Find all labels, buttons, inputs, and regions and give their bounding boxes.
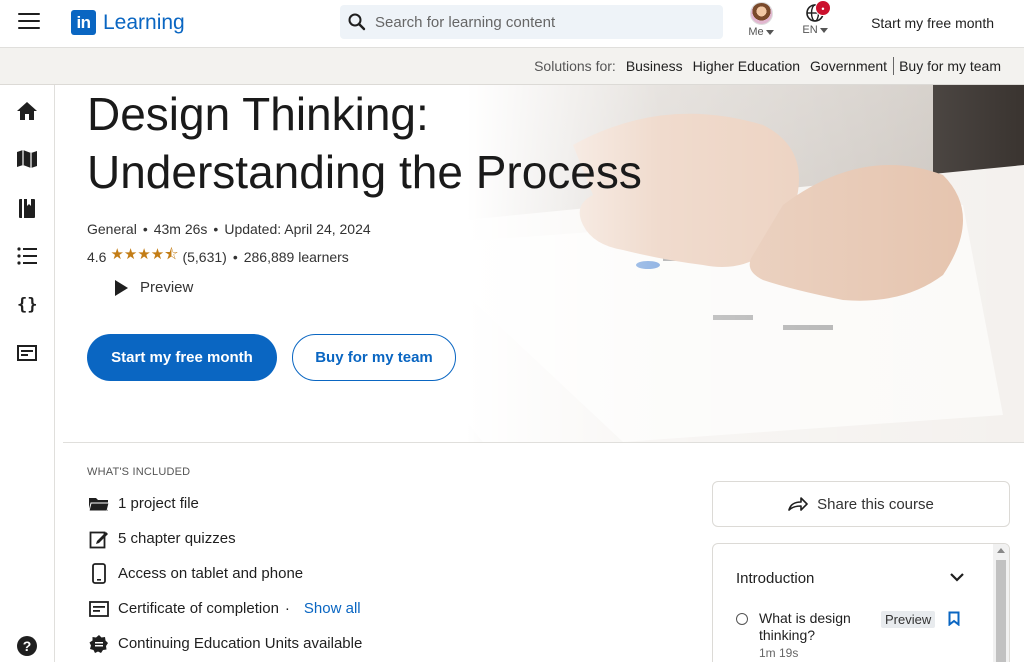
list-icon[interactable] — [16, 245, 38, 267]
scrollbar-thumb[interactable] — [996, 560, 1006, 662]
share-label: Share this course — [817, 495, 934, 513]
course-duration: 43m 26s — [153, 221, 208, 237]
course-contents: Introduction What is design thinking? Pr… — [712, 543, 1010, 662]
book-icon[interactable] — [16, 197, 38, 219]
separator-dot: • — [213, 221, 219, 237]
folder-icon — [88, 493, 109, 514]
preview-badge: Preview — [881, 611, 936, 628]
solutions-higher-education-link[interactable]: Higher Education — [693, 58, 800, 74]
left-rail: {} — [0, 85, 55, 662]
help-icon[interactable]: ? — [17, 636, 37, 656]
course-title: Design Thinking: Understanding the Proce… — [87, 85, 642, 201]
course-title-line1: Design Thinking: — [87, 88, 429, 140]
share-course-button[interactable]: Share this course — [712, 481, 1010, 527]
top-nav: in Learning Me EN • Start my free month — [0, 0, 1024, 48]
logo-word: Learning — [103, 10, 185, 34]
list-item: 1 project file — [88, 486, 362, 521]
chevron-down-icon — [765, 29, 774, 35]
rating-count: (5,631) — [182, 248, 227, 265]
quiz-icon — [88, 528, 109, 549]
included-list: 1 project file 5 chapter quizzes Access … — [88, 486, 362, 661]
list-item: Continuing Education Units available — [88, 626, 362, 661]
scroll-up-icon[interactable] — [997, 548, 1005, 553]
solutions-government-link[interactable]: Government — [810, 58, 887, 74]
start-free-month-link[interactable]: Start my free month — [871, 15, 994, 31]
menu-icon[interactable] — [18, 13, 40, 31]
course-rating: 4.6 ★★★★⯪ (5,631) • 286,889 learners — [87, 244, 349, 269]
preview-button[interactable]: Preview — [115, 279, 193, 296]
play-icon — [115, 279, 128, 296]
learner-count: 286,889 learners — [243, 248, 349, 265]
list-item: 5 chapter quizzes — [88, 521, 362, 556]
home-icon[interactable] — [16, 100, 38, 122]
buy-for-team-button[interactable]: Buy for my team — [292, 334, 456, 381]
solutions-label: Solutions for: — [534, 58, 616, 74]
show-all-link[interactable]: Show all — [304, 600, 361, 617]
progress-circle-icon — [736, 613, 748, 625]
toc-item-duration: 1m 19s — [759, 646, 799, 660]
search-bar[interactable] — [340, 5, 723, 39]
course-title-line2: Understanding the Process — [87, 146, 642, 198]
rating-value: 4.6 — [87, 248, 107, 265]
solutions-bar: Solutions for: Business Higher Education… — [0, 48, 1024, 85]
scrollbar[interactable] — [993, 544, 1009, 662]
separator-dot: · — [284, 600, 290, 617]
course-meta: General • 43m 26s • Updated: April 24, 2024 — [87, 221, 371, 237]
start-free-month-button[interactable]: Start my free month — [87, 334, 277, 381]
avatar — [749, 2, 773, 25]
logo-mark: in — [71, 10, 96, 35]
course-hero: Design Thinking: Understanding the Proce… — [63, 85, 1024, 442]
linkedin-learning-logo[interactable]: in Learning — [71, 10, 185, 35]
included-item-label: Continuing Education Units available — [118, 635, 363, 652]
chevron-down-icon — [819, 27, 828, 33]
toc-item-title: What is design thinking? — [759, 610, 851, 643]
notification-badge: • — [815, 0, 831, 16]
included-item-label: Certificate of completion — [118, 600, 279, 617]
included-item-label: Access on tablet and phone — [118, 565, 304, 582]
solutions-business-link[interactable]: Business — [626, 58, 683, 74]
bookmark-icon[interactable] — [948, 611, 960, 626]
certificate-icon[interactable] — [16, 342, 38, 364]
included-item-label: 1 project file — [118, 495, 199, 512]
lang-label: EN — [802, 24, 818, 36]
list-item: Certificate of completion · Show all — [88, 591, 362, 626]
buy-for-team-link[interactable]: Buy for my team — [899, 58, 1001, 74]
certificate-icon — [88, 598, 109, 619]
included-heading: WHAT'S INCLUDED — [87, 466, 191, 478]
divider — [63, 442, 1024, 443]
list-item: Access on tablet and phone — [88, 556, 362, 591]
search-input[interactable] — [375, 13, 695, 31]
me-label: Me — [748, 26, 764, 38]
separator-dot: • — [142, 221, 148, 237]
rating-stars-icon: ★★★★⯪ — [110, 246, 179, 263]
chevron-down-icon[interactable] — [949, 572, 965, 582]
included-item-label: 5 chapter quizzes — [118, 530, 236, 547]
me-menu[interactable]: Me — [746, 0, 776, 38]
share-arrow-icon — [788, 497, 808, 511]
svg-text:{}: {} — [17, 295, 37, 315]
preview-label: Preview — [140, 279, 194, 296]
code-icon[interactable]: {} — [16, 293, 38, 315]
separator-dot: • — [232, 248, 238, 265]
toc-section-title: Introduction — [736, 570, 815, 587]
search-icon — [348, 13, 366, 31]
divider — [893, 57, 895, 75]
map-icon[interactable] — [16, 148, 38, 170]
ceu-badge-icon — [88, 633, 109, 654]
course-updated: Updated: April 24, 2024 — [224, 221, 371, 237]
course-level: General — [87, 221, 137, 237]
phone-icon — [88, 563, 109, 584]
